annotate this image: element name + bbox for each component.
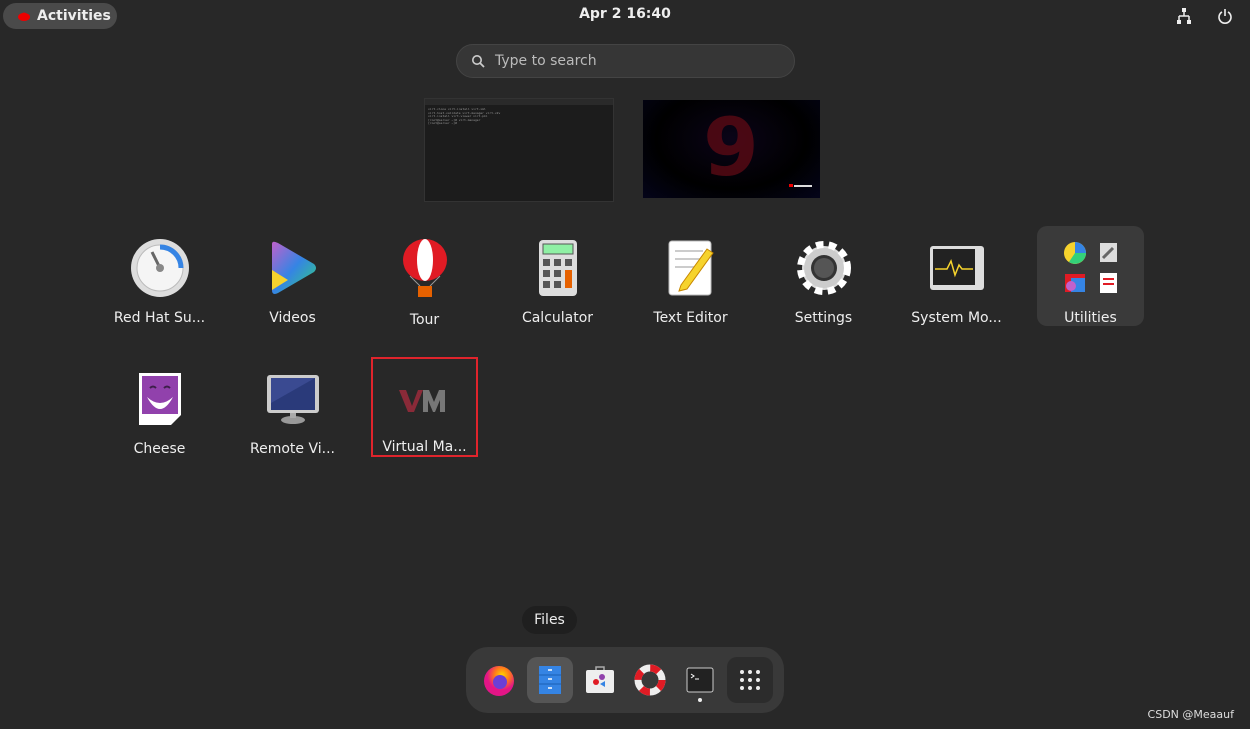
dock-software[interactable]: [577, 657, 623, 703]
app-label: Utilities: [1064, 310, 1117, 326]
remote-viewer-icon: [262, 369, 324, 429]
terminal-icon: [686, 667, 714, 693]
app-tile-calculator[interactable]: Calculator: [504, 226, 611, 326]
app-tile-settings-gear[interactable]: Settings: [770, 226, 877, 326]
dock-tooltip: Files: [522, 606, 577, 634]
svg-text:9: 9: [703, 101, 759, 194]
app-label: Remote Vi...: [250, 441, 335, 457]
text-editor-icon: [660, 238, 722, 298]
help-lifebuoy-icon: [634, 664, 666, 696]
app-label: Virtual Ma...: [382, 439, 467, 455]
running-indicator: [698, 698, 702, 702]
app-label: Cheese: [133, 441, 186, 457]
app-tile-system-monitor[interactable]: System Mo...: [903, 226, 1010, 326]
app-label: Text Editor: [653, 310, 728, 326]
app-label: System Mo...: [911, 310, 1002, 326]
workspace-thumbnail-desktop[interactable]: 9: [643, 100, 820, 198]
search-input[interactable]: Type to search: [456, 44, 795, 78]
videos-icon: [262, 238, 324, 298]
utilities-folder-icon: [1060, 238, 1122, 298]
software-bag-icon: [586, 666, 614, 693]
network-wired-icon[interactable]: [1176, 8, 1192, 24]
app-tile-videos[interactable]: Videos: [239, 226, 346, 326]
power-icon[interactable]: [1217, 8, 1233, 24]
workspace-thumbnail-terminal[interactable]: virt-clone virt-install virt-xml virt-hos…: [424, 98, 614, 202]
dock-files[interactable]: [527, 657, 573, 703]
settings-gear-icon: [793, 238, 855, 298]
app-tile-text-editor[interactable]: Text Editor: [637, 226, 744, 326]
tour-balloon-icon: [394, 238, 456, 300]
app-label: Settings: [794, 310, 853, 326]
virt-manager-icon: [394, 371, 456, 427]
app-tile-cheese[interactable]: Cheese: [106, 357, 213, 457]
app-label: Tour: [409, 312, 440, 328]
system-monitor-icon: [926, 238, 988, 298]
show-apps-button[interactable]: [727, 657, 773, 703]
app-tile-tour-balloon[interactable]: Tour: [371, 226, 478, 328]
app-tile-red-hat-subscription[interactable]: Red Hat Su...: [106, 226, 213, 326]
app-tile-virt-manager[interactable]: Virtual Ma...: [371, 357, 478, 457]
dash-dock: [466, 647, 784, 713]
app-label: Calculator: [521, 310, 594, 326]
app-label: Videos: [269, 310, 316, 326]
cheese-icon: [129, 369, 191, 429]
app-label: Red Hat Su...: [113, 310, 206, 326]
files-cabinet-icon: [539, 666, 561, 694]
search-icon: [472, 55, 485, 68]
clock[interactable]: Apr 2 16:40: [0, 6, 1250, 22]
search-placeholder: Type to search: [495, 53, 597, 69]
watermark: CSDN @Meaauf: [1147, 708, 1234, 721]
dock-firefox[interactable]: [476, 657, 522, 703]
red-hat-subscription-icon: [129, 238, 191, 298]
dock-terminal[interactable]: [677, 657, 723, 703]
firefox-icon: [484, 666, 514, 696]
app-tile-remote-viewer[interactable]: Remote Vi...: [239, 357, 346, 457]
dock-help[interactable]: [627, 657, 673, 703]
calculator-icon: [527, 238, 589, 298]
app-tile-utilities-folder[interactable]: Utilities: [1037, 226, 1144, 326]
app-grid-icon: [740, 670, 760, 690]
